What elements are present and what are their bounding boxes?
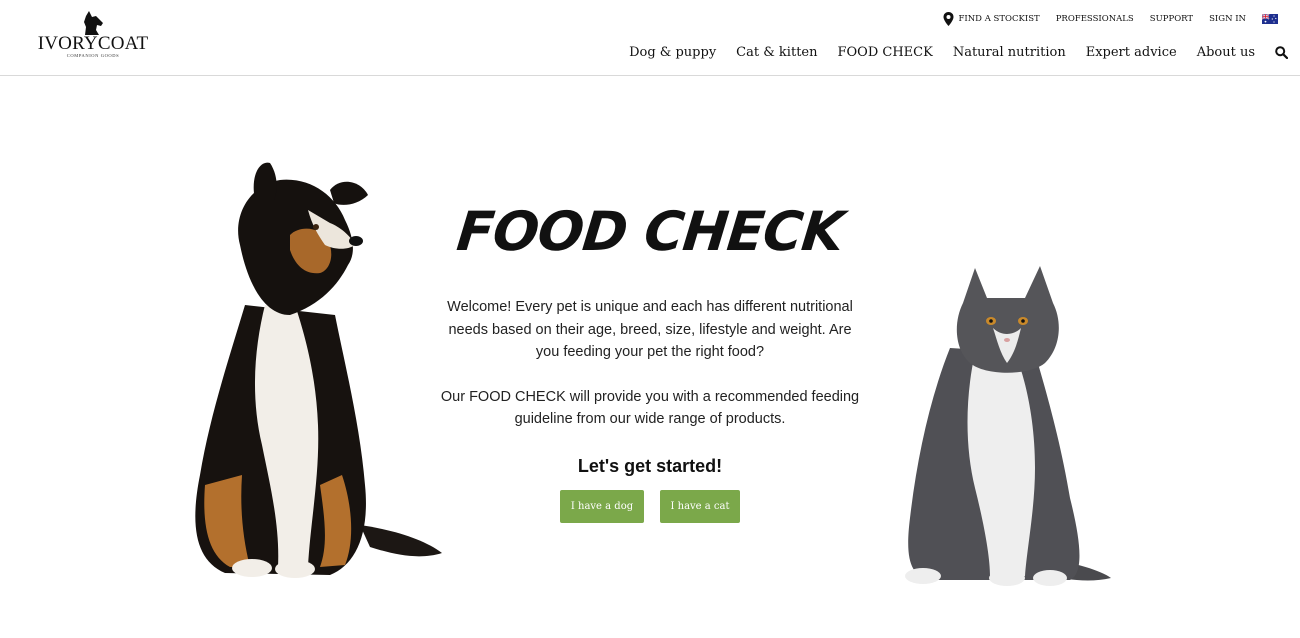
dog-image xyxy=(195,162,442,578)
have-cat-button[interactable]: I have a cat xyxy=(660,489,740,523)
brand-logo[interactable]: IVORYCOAT COMPANION GOODS xyxy=(32,10,154,60)
search-icon[interactable] xyxy=(1275,45,1288,59)
description-text: Our FOOD CHECK will provide you with a r… xyxy=(440,388,860,428)
map-pin-icon xyxy=(943,12,954,26)
nav-natural-nutrition[interactable]: Natural nutrition xyxy=(953,45,1066,60)
intro-text: Welcome! Every pet is unique and each ha… xyxy=(447,299,853,360)
find-stockist-link[interactable]: FIND A STOCKIST xyxy=(943,12,1040,26)
food-check-panel: FOOD CHECK Welcome! Every pet is unique … xyxy=(440,200,860,523)
page-title: FOOD CHECK xyxy=(453,200,847,263)
cat-image xyxy=(905,266,1111,586)
site-header: IVORYCOAT COMPANION GOODS FIND A STOCKIS… xyxy=(0,0,1300,76)
region-selector[interactable] xyxy=(1262,14,1278,24)
nav-dog-puppy[interactable]: Dog & puppy xyxy=(629,45,716,60)
pet-choice-buttons: I have a dog I have a cat xyxy=(440,489,860,523)
have-dog-button[interactable]: I have a dog xyxy=(560,489,644,523)
cta-heading: Let's get started! xyxy=(577,455,723,476)
australia-flag-icon xyxy=(1262,14,1278,24)
utility-nav: FIND A STOCKIST PROFESSIONALS SUPPORT SI… xyxy=(943,11,1278,27)
nav-food-check[interactable]: FOOD CHECK xyxy=(837,45,932,60)
brand-tagline: COMPANION GOODS xyxy=(66,53,120,58)
support-link[interactable]: SUPPORT xyxy=(1150,14,1193,24)
main-nav: Dog & puppy Cat & kitten FOOD CHECK Natu… xyxy=(629,42,1288,62)
nav-cat-kitten[interactable]: Cat & kitten xyxy=(736,45,817,60)
professionals-link[interactable]: PROFESSIONALS xyxy=(1056,14,1134,24)
nav-about-us[interactable]: About us xyxy=(1197,45,1255,60)
nav-expert-advice[interactable]: Expert advice xyxy=(1086,45,1177,60)
brand-name: IVORYCOAT xyxy=(37,33,149,54)
sign-in-link[interactable]: SIGN IN xyxy=(1209,14,1246,24)
find-stockist-label: FIND A STOCKIST xyxy=(958,14,1040,24)
